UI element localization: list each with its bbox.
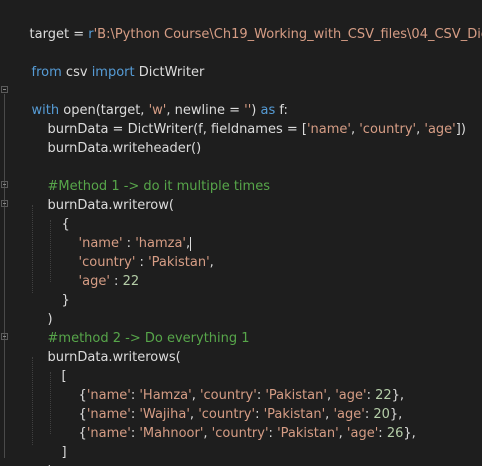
comma: ,	[338, 426, 347, 441]
key-country: 'country'	[211, 426, 269, 441]
import-name: DictWriter	[134, 65, 205, 80]
module-name: csv	[61, 65, 92, 80]
value-age: 26	[386, 426, 404, 441]
code-line-10[interactable]: burnData.writerow(	[31, 177, 174, 213]
open-brace: {	[78, 426, 87, 441]
separator: ,	[350, 122, 360, 137]
code-line-13[interactable]: 'country' : 'Pakistan',	[62, 234, 214, 270]
code-line-16[interactable]: )	[31, 291, 53, 327]
keyword-from: from	[31, 65, 62, 80]
close-brace: },	[403, 426, 416, 441]
code-line-14[interactable]: 'age' : 22	[62, 253, 140, 289]
key-age: 'age'	[78, 274, 110, 289]
target-assignment: target =	[29, 27, 89, 42]
fold-writerow-icon[interactable]	[1, 181, 8, 188]
code-line-7[interactable]: burnData.writeheader()	[31, 120, 202, 156]
code-line-15[interactable]: }	[45, 272, 70, 308]
code-line-23[interactable]: ]	[45, 424, 67, 460]
comma: ,	[203, 426, 212, 441]
code-line-21[interactable]: {'name': 'Wajiha', 'country': 'Pakistan'…	[62, 386, 403, 422]
keyword-import: import	[91, 65, 135, 80]
code-editor[interactable]: target = r'B:\Python Course\Ch19_Working…	[0, 0, 482, 466]
value-name: 'Mahnoor'	[139, 426, 204, 441]
code-line-9[interactable]: #Method 1 -> do it multiple times	[31, 158, 270, 194]
colon: :	[268, 426, 278, 441]
fold-writerows-icon[interactable]	[1, 333, 8, 340]
close-brace: }	[61, 293, 70, 308]
fieldname-age: 'age'	[424, 122, 456, 137]
fold-guide-line	[4, 94, 5, 458]
value-pakistan: 'Pakistan'	[148, 255, 210, 270]
fold-dict-icon[interactable]	[1, 200, 8, 207]
code-line-3[interactable]: from csv import DictWriter	[15, 44, 205, 80]
code-line-18[interactable]: burnData.writerows(	[31, 329, 181, 365]
fold-with-block-icon[interactable]	[1, 86, 8, 93]
writeheader-call: burnData.writeheader()	[47, 141, 202, 156]
code-line-5[interactable]: with open(target, 'w', newline = '') as …	[15, 82, 288, 118]
code-line-22[interactable]: {'name': 'Mahnoor', 'country': 'Pakistan…	[62, 405, 416, 441]
code-line-1[interactable]: target = r'B:\Python Course\Ch19_Working…	[13, 6, 482, 42]
csv-path-string: 'B:\Python Course\Ch19_Working_with_CSV_…	[93, 27, 482, 42]
close-brackets: ])	[455, 122, 466, 137]
colon: :	[109, 274, 123, 289]
value-22: 22	[122, 274, 140, 289]
code-line-6[interactable]: burnData = DictWriter(f, fieldnames = ['…	[31, 101, 466, 137]
code-line-17[interactable]: #method 2 -> Do everything 1	[31, 310, 250, 346]
code-line-19[interactable]: [	[45, 348, 67, 384]
code-line-20[interactable]: {'name': 'Hamza', 'country': 'Pakistan',…	[62, 367, 405, 403]
key-age: 'age'	[346, 426, 379, 441]
fieldname-country: 'country'	[359, 122, 417, 137]
code-line-12[interactable]: 'name' : 'hamza',	[62, 215, 192, 251]
code-line-11[interactable]: {	[45, 196, 70, 232]
code-line-24[interactable]: )	[31, 443, 53, 466]
fieldname-name: 'name'	[306, 122, 351, 137]
close-bracket: ]	[61, 445, 67, 460]
comma: ,	[209, 255, 214, 270]
key-name: 'name'	[86, 426, 131, 441]
writerows-call: burnData.writerows(	[47, 350, 181, 365]
colon: :	[378, 426, 387, 441]
value-country: 'Pakistan'	[277, 426, 339, 441]
